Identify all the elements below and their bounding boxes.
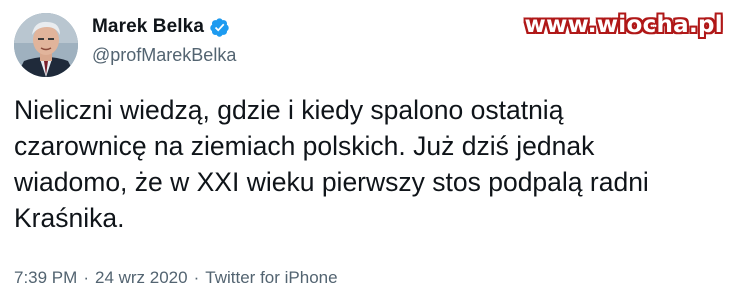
verified-badge-icon bbox=[209, 17, 230, 38]
author-block: Marek Belka @profMarekBelka bbox=[92, 14, 236, 66]
meta-separator: · bbox=[193, 268, 200, 287]
name-row: Marek Belka bbox=[92, 14, 236, 40]
tweet-source[interactable]: Twitter for iPhone bbox=[205, 268, 337, 288]
tweet-meta: 7:39 PM · 24 wrz 2020 · Twitter for iPho… bbox=[14, 268, 338, 288]
tweet-date[interactable]: 24 wrz 2020 bbox=[95, 268, 188, 288]
avatar-image bbox=[14, 13, 78, 77]
tweet-time[interactable]: 7:39 PM bbox=[14, 268, 77, 288]
meta-separator: · bbox=[83, 268, 89, 287]
avatar[interactable] bbox=[14, 13, 78, 77]
author-handle[interactable]: @profMarekBelka bbox=[92, 45, 236, 66]
site-watermark: www.wiocha.pl bbox=[524, 12, 723, 38]
tweet-text: Nieliczni wiedzą, gdzie i kiedy spalono … bbox=[14, 95, 649, 233]
tweet-card: Marek Belka @profMarekBelka www.wiocha.p… bbox=[0, 0, 738, 304]
author-display-name[interactable]: Marek Belka bbox=[92, 16, 204, 38]
